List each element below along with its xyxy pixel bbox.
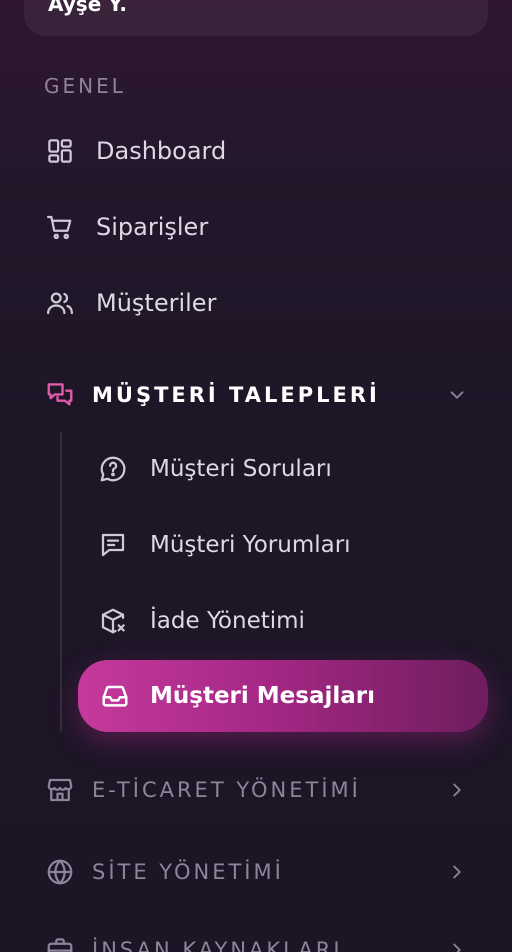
sub-item-customer-reviews-label: Müşteri Yorumları	[150, 532, 351, 558]
store-icon	[44, 774, 76, 806]
group-customer-requests-label: MÜŞTERİ TALEPLERİ	[92, 383, 380, 407]
group-ecommerce[interactable]: E-TİCARET YÖNETİMİ	[44, 770, 468, 810]
chat-bubbles-icon	[44, 379, 76, 411]
nav-item-customers-label: Müşteriler	[96, 289, 217, 317]
group-customer-requests[interactable]: MÜŞTERİ TALEPLERİ	[44, 375, 468, 415]
group-hr[interactable]: İNSAN KAYNAKLARI	[44, 930, 468, 952]
sub-item-customer-messages[interactable]: Müşteri Mesajları	[78, 660, 488, 732]
briefcase-icon	[44, 934, 76, 952]
user-name: Ayşe Y.	[48, 0, 128, 16]
section-label-genel: GENEL	[44, 74, 126, 98]
user-card[interactable]: Ayşe Y.	[24, 0, 488, 36]
sub-item-customer-questions[interactable]: Müşteri Soruları	[96, 449, 332, 489]
sub-item-returns[interactable]: İade Yönetimi	[96, 601, 305, 641]
nav-item-dashboard-label: Dashboard	[96, 137, 227, 165]
sub-item-customer-reviews[interactable]: Müşteri Yorumları	[96, 525, 351, 565]
nav-item-customers[interactable]: Müşteriler	[44, 283, 216, 323]
nav-item-orders-label: Siparişler	[96, 213, 209, 241]
nav-item-dashboard[interactable]: Dashboard	[44, 131, 226, 171]
chevron-right-icon	[453, 865, 461, 879]
group-site[interactable]: SİTE YÖNETİMİ	[44, 852, 468, 892]
dashboard-grid-icon	[44, 135, 76, 167]
sub-item-returns-label: İade Yönetimi	[150, 608, 305, 634]
sub-item-customer-messages-label: Müşteri Mesajları	[150, 683, 375, 709]
group-ecommerce-label: E-TİCARET YÖNETİMİ	[92, 778, 361, 802]
chevron-right-icon	[453, 783, 461, 797]
question-bubble-icon	[96, 452, 130, 486]
globe-icon	[44, 856, 76, 888]
submenu-tree-line	[60, 432, 62, 732]
sub-item-customer-questions-label: Müşteri Soruları	[150, 456, 332, 482]
nav-item-orders[interactable]: Siparişler	[44, 207, 208, 247]
inbox-icon	[98, 679, 132, 713]
cart-icon	[44, 211, 76, 243]
comment-lines-icon	[96, 528, 130, 562]
package-return-icon	[96, 604, 130, 638]
group-site-label: SİTE YÖNETİMİ	[92, 860, 284, 884]
group-hr-label: İNSAN KAYNAKLARI	[92, 938, 343, 952]
chevron-right-icon	[453, 943, 461, 952]
chevron-down-icon	[450, 391, 464, 399]
users-icon	[44, 287, 76, 319]
